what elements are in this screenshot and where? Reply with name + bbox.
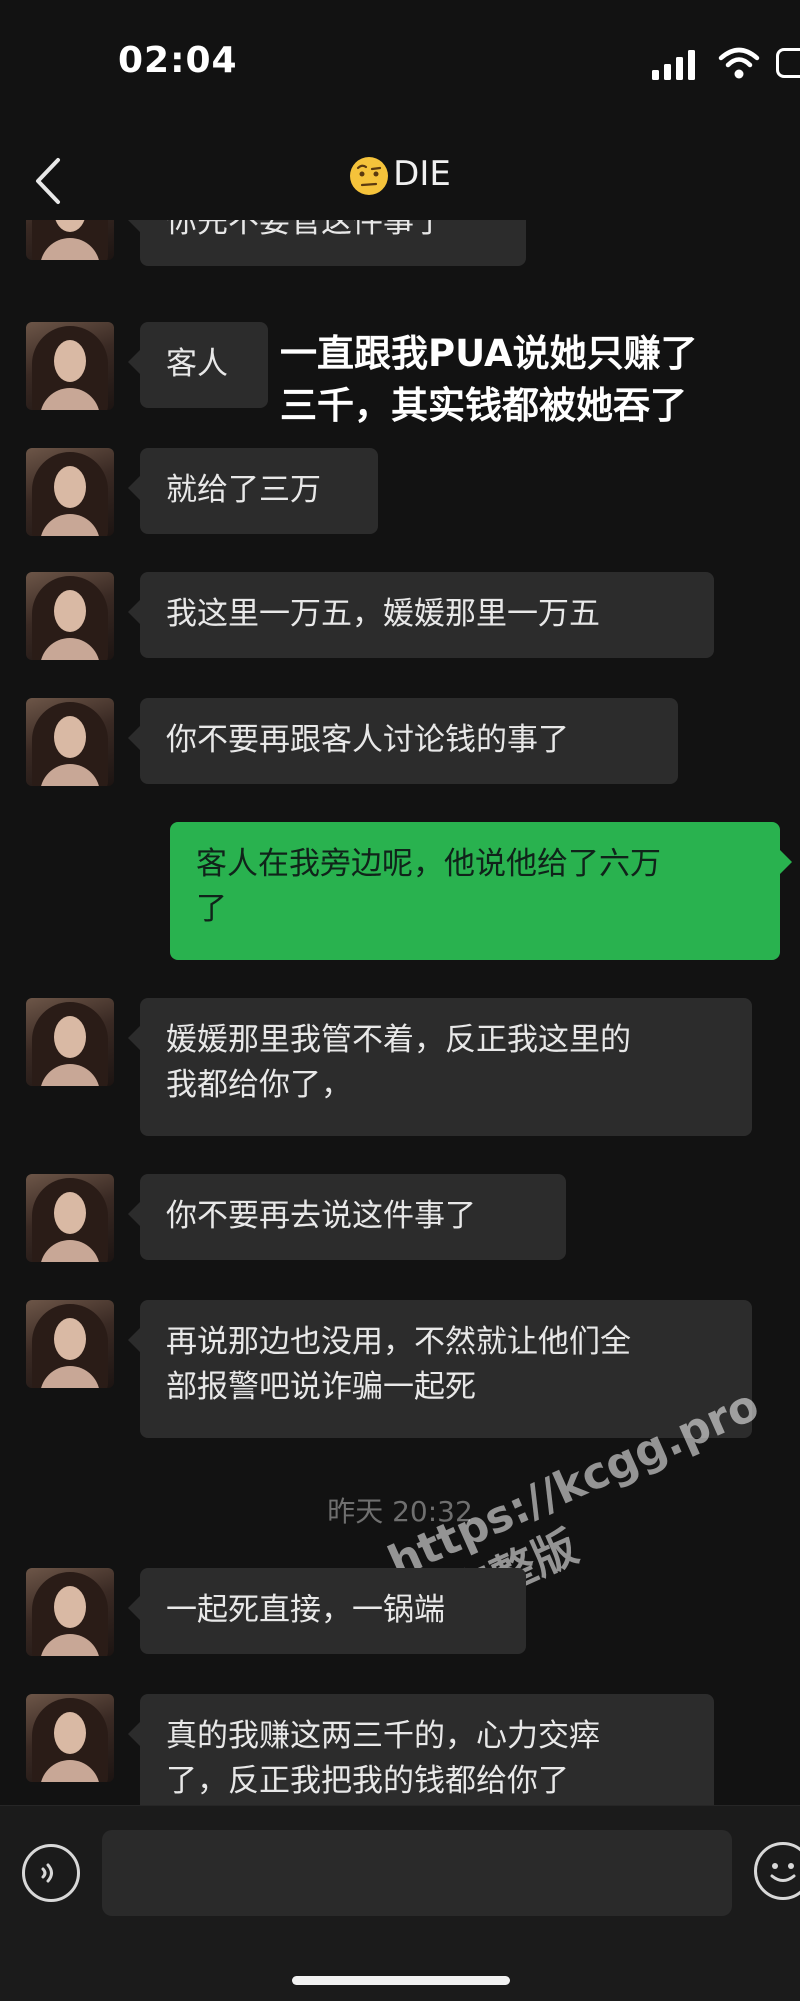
- chat-header: DIE: [0, 140, 800, 230]
- message-list[interactable]: 你先不要管这件事了 客人 一直跟我PUA说她只赚了 三千，其实钱都被她吞了 就给…: [0, 220, 800, 1805]
- input-bar: [0, 1805, 800, 2001]
- contact-avatar[interactable]: [26, 1694, 114, 1782]
- contact-avatar[interactable]: [26, 572, 114, 660]
- message-bubble[interactable]: 媛媛那里我管不着，反正我这里的 我都给你了，: [128, 998, 752, 1136]
- overlay-caption: 一直跟我PUA说她只赚了 三千，其实钱都被她吞了: [280, 332, 698, 427]
- chat-title[interactable]: DIE: [0, 154, 800, 196]
- contact-avatar[interactable]: [26, 448, 114, 536]
- voice-icon[interactable]: [22, 1844, 80, 1902]
- chat-title-text: DIE: [393, 154, 451, 194]
- cellular-signal-icon: [652, 50, 695, 80]
- message-bubble[interactable]: 真的我赚这两三千的，心力交瘁 了，反正我把我的钱都给你了: [128, 1694, 714, 1805]
- battery-icon: [776, 48, 800, 78]
- message-bubble[interactable]: 一起死直接，一锅端: [128, 1568, 526, 1654]
- message-bubble[interactable]: 你先不要管这件事了: [128, 220, 526, 266]
- smiley-icon[interactable]: [754, 1842, 800, 1900]
- home-indicator: [292, 1976, 510, 1985]
- message-bubble[interactable]: 我这里一万五，媛媛那里一万五: [128, 572, 714, 658]
- wifi-icon: [718, 47, 760, 79]
- contact-avatar[interactable]: [26, 1174, 114, 1262]
- status-bar: 02:04: [0, 0, 800, 130]
- status-time: 02:04: [118, 40, 238, 81]
- contact-avatar[interactable]: [26, 220, 114, 260]
- message-bubble[interactable]: 你不要再去说这件事了: [128, 1174, 566, 1260]
- contact-avatar[interactable]: [26, 998, 114, 1086]
- sent-message-bubble[interactable]: 客人在我旁边呢，他说他给了六万 了: [170, 822, 792, 960]
- contact-avatar[interactable]: [26, 322, 114, 410]
- contact-avatar[interactable]: [26, 1300, 114, 1388]
- raised-eyebrow-emoji-icon: [350, 156, 389, 195]
- contact-avatar[interactable]: [26, 1568, 114, 1656]
- message-bubble[interactable]: 就给了三万: [128, 448, 378, 534]
- message-bubble[interactable]: 你不要再跟客人讨论钱的事了: [128, 698, 678, 784]
- contact-avatar[interactable]: [26, 698, 114, 786]
- message-bubble[interactable]: 客人: [128, 322, 268, 408]
- message-input[interactable]: [102, 1830, 732, 1916]
